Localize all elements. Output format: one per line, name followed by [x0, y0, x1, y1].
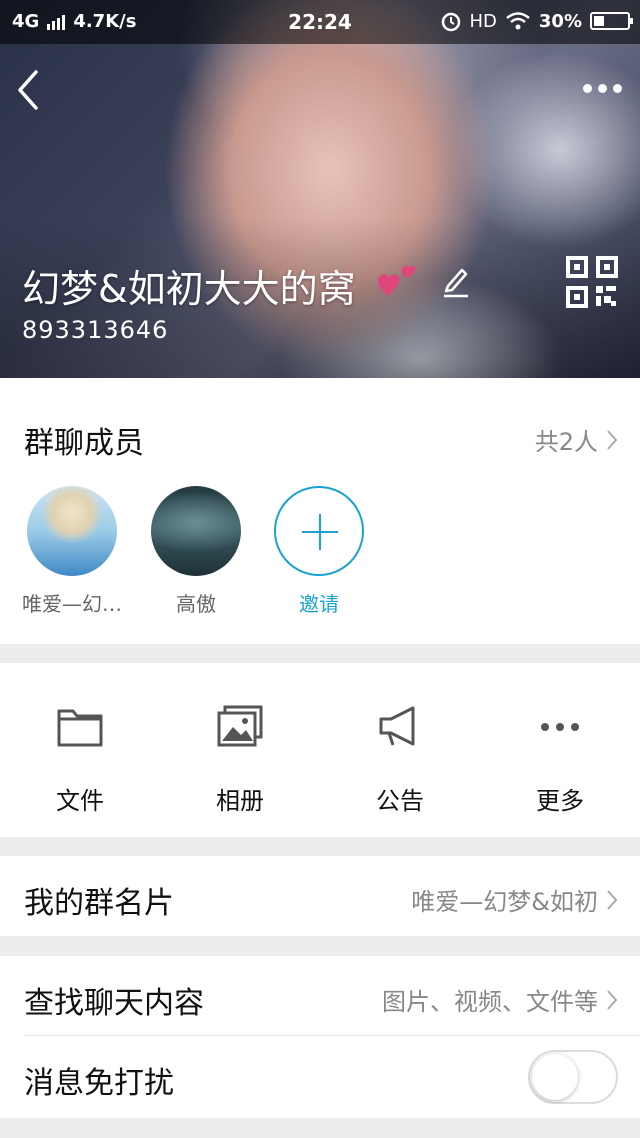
- quick-actions-section: 文件 相册 公告 更多: [0, 663, 640, 837]
- more-options-button[interactable]: [578, 76, 622, 100]
- member-item[interactable]: 高傲: [146, 486, 246, 617]
- mute-row: 消息免打扰: [0, 1036, 640, 1118]
- mute-label: 消息免打扰: [24, 1066, 174, 1101]
- member-name: 高傲: [176, 592, 216, 616]
- action-announcement[interactable]: 公告: [340, 703, 460, 816]
- members-title: 群聊成员: [24, 426, 144, 461]
- search-chat-label: 查找聊天内容: [24, 986, 204, 1021]
- action-files[interactable]: 文件: [20, 703, 140, 816]
- more-dots-icon: [541, 723, 579, 731]
- hearts-emoji-icon: [378, 265, 416, 296]
- wifi-icon: [506, 12, 530, 30]
- hd-indicator: HD: [469, 10, 497, 32]
- battery-fill: [594, 16, 604, 26]
- group-id: 893313646: [22, 316, 169, 344]
- alarm-icon: [441, 12, 460, 32]
- my-group-card-label: 我的群名片: [24, 886, 174, 921]
- group-header-banner: 4G 4.7K/s 22:24 HD 30% 幻梦&如初大大的窝 8933136…: [0, 0, 640, 378]
- edit-name-icon[interactable]: [440, 264, 470, 298]
- battery-percent: 30%: [538, 10, 582, 32]
- action-album[interactable]: 相册: [180, 703, 300, 816]
- my-group-card-row[interactable]: 我的群名片 唯爱—幻梦&如初: [0, 856, 640, 936]
- action-label: 相册: [216, 787, 264, 815]
- status-bar: 4G 4.7K/s 22:24 HD 30%: [0, 0, 640, 44]
- megaphone-icon: [379, 706, 415, 746]
- mute-toggle[interactable]: [528, 1050, 618, 1104]
- avatar: [151, 486, 241, 576]
- search-chat-value: 图片、视频、文件等: [382, 988, 598, 1016]
- search-chat-row[interactable]: 查找聊天内容 图片、视频、文件等: [0, 956, 640, 1036]
- member-count-link[interactable]: 共2人: [535, 422, 618, 457]
- action-label: 文件: [56, 787, 104, 815]
- invite-button[interactable]: 邀请: [269, 486, 369, 617]
- toggle-knob: [532, 1054, 578, 1100]
- member-count: 共2人: [534, 428, 598, 456]
- group-name: 幻梦&如初大大的窝: [22, 267, 356, 311]
- member-name: 唯爱—幻…: [22, 592, 122, 616]
- plus-icon: [274, 486, 364, 576]
- my-group-card-value: 唯爱—幻梦&如初: [411, 888, 598, 916]
- folder-icon: [57, 709, 103, 747]
- action-more[interactable]: 更多: [500, 703, 620, 816]
- action-label: 公告: [376, 787, 424, 815]
- member-item[interactable]: 唯爱—幻…: [22, 486, 122, 617]
- invite-label: 邀请: [299, 592, 339, 616]
- qr-code-icon[interactable]: [566, 256, 618, 308]
- battery-icon: [590, 12, 633, 30]
- group-members-section: 群聊成员 共2人 唯爱—幻… 高傲 邀请: [0, 378, 640, 644]
- action-label: 更多: [536, 787, 584, 815]
- back-button[interactable]: [14, 68, 44, 112]
- avatar: [27, 486, 117, 576]
- chevron-right-icon: [607, 889, 618, 910]
- album-icon: [217, 705, 263, 747]
- chevron-right-icon: [607, 429, 618, 450]
- chevron-right-icon: [607, 989, 618, 1010]
